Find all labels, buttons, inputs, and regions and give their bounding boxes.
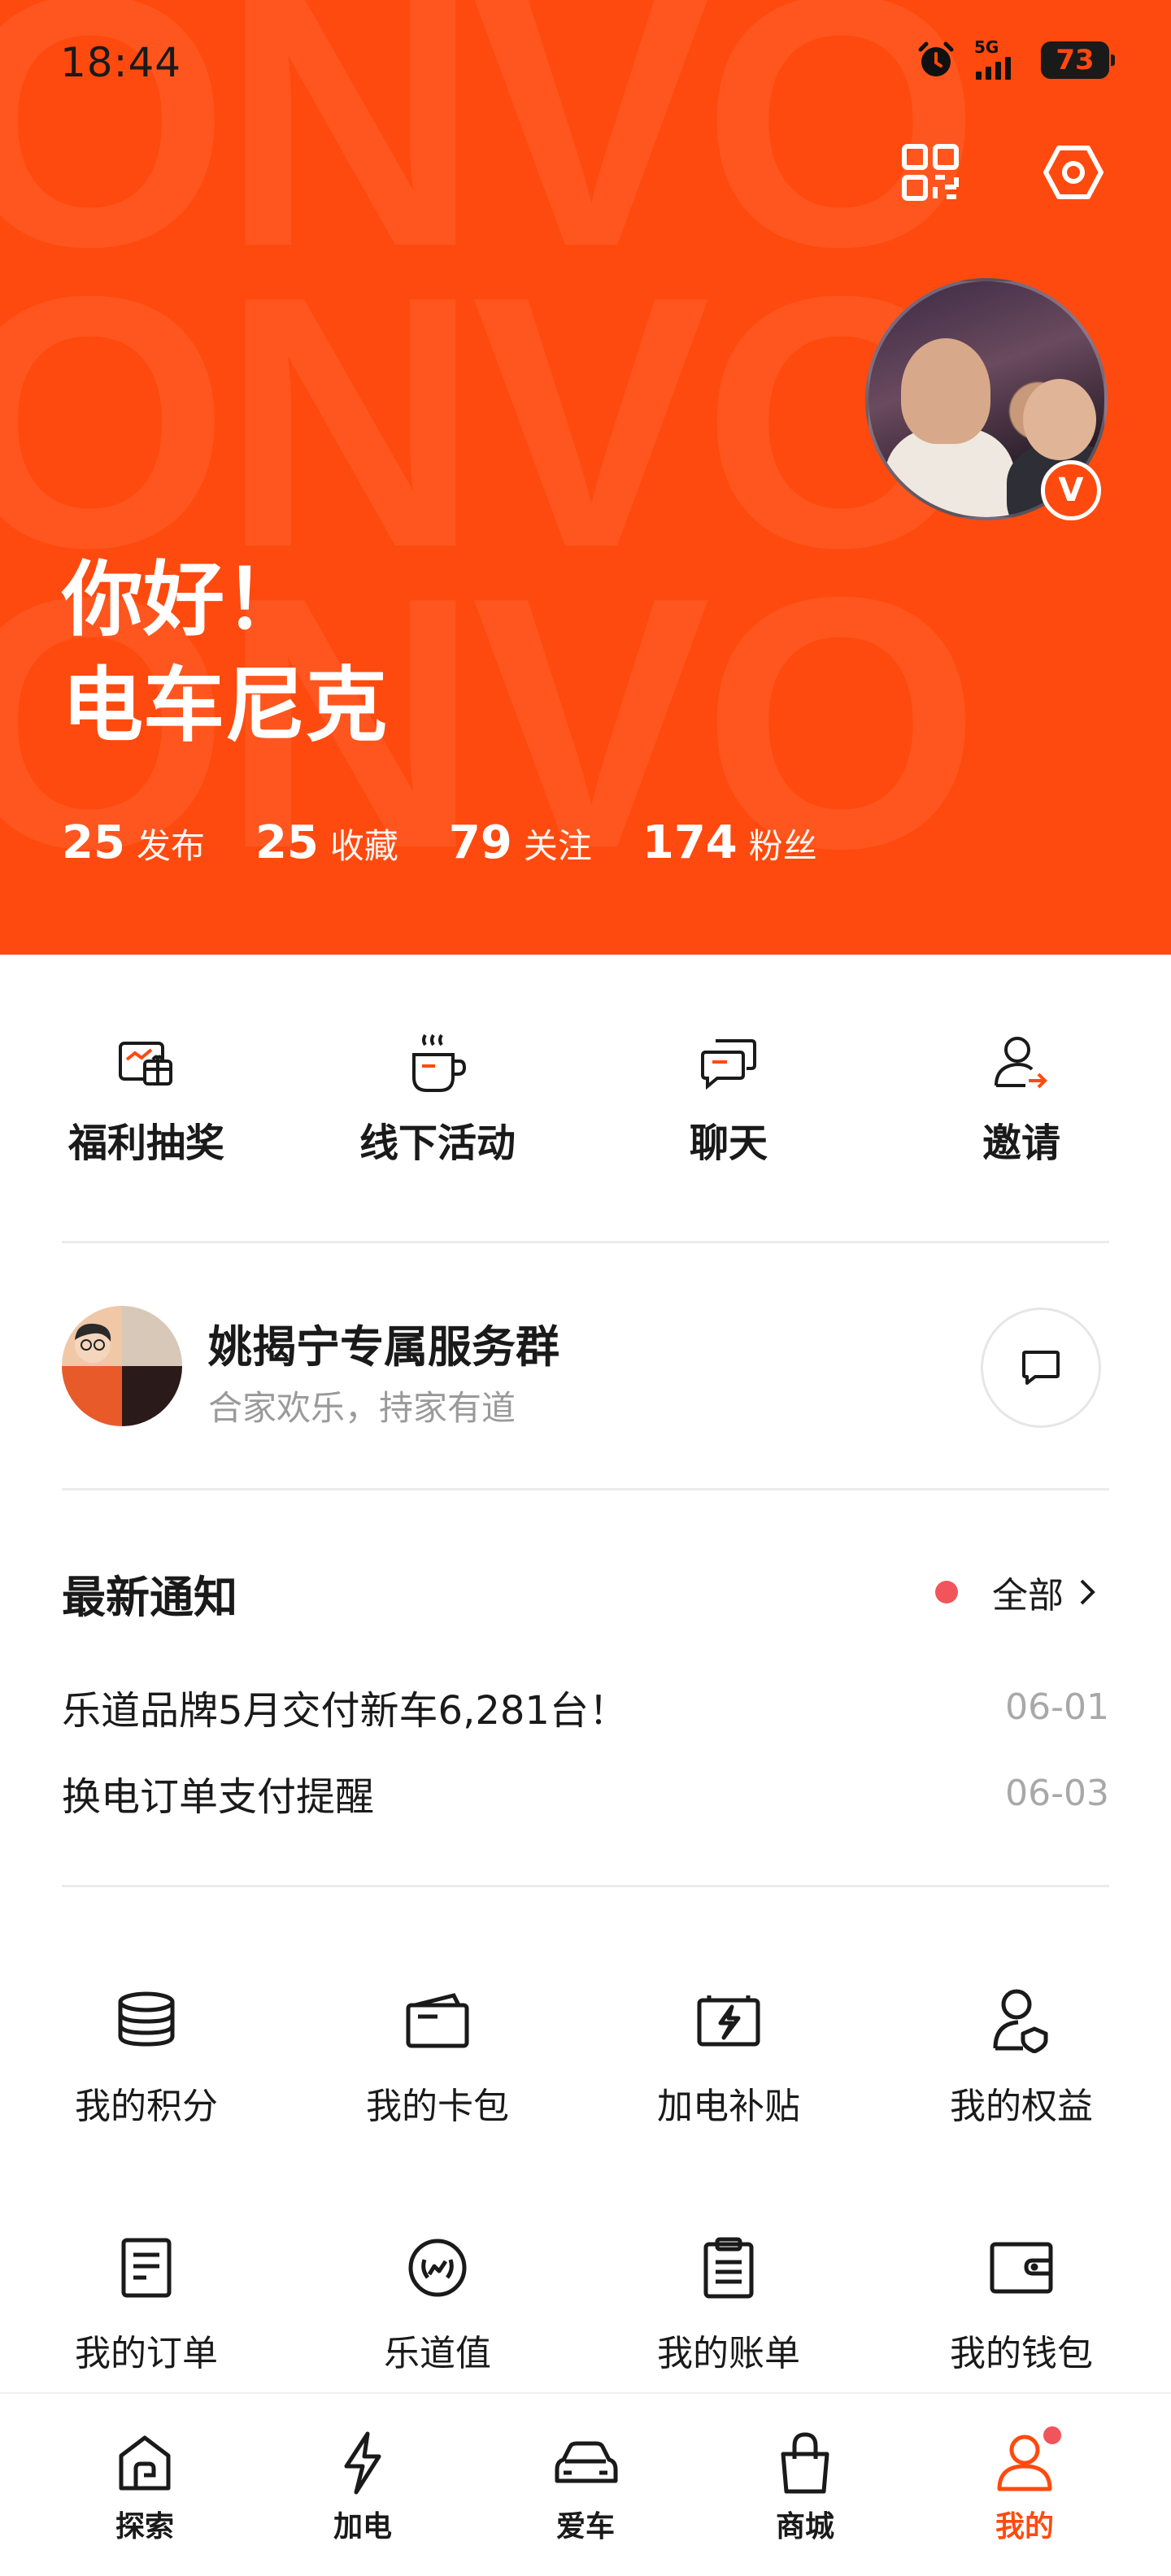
clipboard-icon (692, 2231, 765, 2304)
nav-shop[interactable]: 商城 (707, 2426, 903, 2545)
quick-action-label: 邀请 (982, 1120, 1060, 1166)
profile-header: ONVO ONVO ONVO 18:44 5G 73 V 你好！ 电车尼克 25… (0, 0, 1171, 955)
settings-icon[interactable] (1041, 140, 1106, 205)
signal-icon: 5G (974, 37, 1023, 83)
stat-posts[interactable]: 25 发布 (62, 816, 205, 869)
card-wallet-icon (401, 1984, 474, 2057)
notification-dot (1040, 2423, 1064, 2448)
quick-action-label: 福利抽奖 (67, 1120, 224, 1166)
nav-charge[interactable]: 加电 (265, 2426, 460, 2545)
service-benefits[interactable]: 我的权益 (899, 1984, 1143, 2129)
nav-explore[interactable]: 探索 (47, 2426, 242, 2545)
service-ledao-value[interactable]: 乐道值 (316, 2231, 559, 2376)
invite-user-icon (985, 1026, 1058, 1099)
unread-dot (935, 1581, 958, 1603)
service-charging-subsidy[interactable]: 加电补贴 (607, 1984, 851, 2129)
quick-action-events[interactable]: 线下活动 (316, 1026, 559, 1168)
profile-icon (988, 2423, 1064, 2500)
divider (62, 1885, 1109, 1887)
status-icons: 5G 73 (916, 37, 1115, 83)
gift-icon (110, 1026, 183, 1099)
quick-action-lottery[interactable]: 福利抽奖 (24, 1026, 268, 1168)
verified-badge-icon: V (1041, 460, 1101, 520)
alarm-icon (918, 41, 954, 76)
notice-item[interactable]: 换电订单支付提醒 06-03 (62, 1764, 1109, 1821)
nav-mine[interactable]: 我的 (927, 2423, 1122, 2545)
chevron-right-icon (1080, 1579, 1095, 1605)
chat-bubbles-icon (692, 1026, 765, 1099)
bottom-navigation: 探索 加电 爱车 商城 我的 (0, 2392, 1171, 2576)
battery-charge-icon (692, 1984, 765, 2057)
service-wallet[interactable]: 我的钱包 (899, 2231, 1143, 2376)
laurel-badge-icon (401, 2231, 474, 2304)
order-doc-icon (110, 2231, 183, 2304)
service-points[interactable]: 我的积分 (24, 1984, 268, 2129)
qr-code-icon[interactable] (898, 140, 963, 205)
coffee-icon (401, 1026, 474, 1099)
wallet-icon (985, 2231, 1058, 2304)
lightning-icon (326, 2426, 399, 2500)
quick-action-label: 聊天 (689, 1120, 768, 1166)
divider (62, 1488, 1109, 1490)
status-time: 18:44 (60, 39, 182, 86)
service-bills[interactable]: 我的账单 (607, 2231, 851, 2376)
group-title[interactable]: 姚揭宁专属服务群 (208, 1311, 559, 1375)
stat-following[interactable]: 79 关注 (449, 816, 592, 869)
quick-actions: 福利抽奖 线下活动 聊天 邀请 (0, 1026, 1171, 1173)
profile-stats: 25 发布 25 收藏 79 关注 174 粉丝 (62, 816, 868, 869)
shopping-bag-icon (768, 2426, 842, 2500)
divider (62, 1241, 1109, 1243)
quick-action-chat[interactable]: 聊天 (607, 1026, 851, 1168)
username: 电车尼克 (62, 658, 387, 753)
home-icon (108, 2426, 181, 2500)
quick-action-label: 线下活动 (359, 1120, 516, 1166)
group-subtitle: 合家欢乐，持家有道 (208, 1388, 516, 1428)
user-shield-icon (985, 1984, 1058, 2057)
service-cards[interactable]: 我的卡包 (316, 1984, 559, 2129)
service-orders[interactable]: 我的订单 (24, 2231, 268, 2376)
nav-car[interactable]: 爱车 (488, 2426, 683, 2545)
stat-favorites[interactable]: 25 收藏 (255, 816, 398, 869)
notice-item[interactable]: 乐道品牌5月交付新车6,281台！ 06-01 (62, 1678, 1109, 1735)
stat-followers[interactable]: 174 粉丝 (642, 816, 817, 869)
notices-all-link[interactable]: 全部 (935, 1566, 1101, 1618)
coins-icon (110, 1984, 183, 2057)
battery-icon: 73 (1041, 41, 1115, 79)
quick-action-invite[interactable]: 邀请 (899, 1026, 1143, 1168)
notices-title: 最新通知 (62, 1572, 237, 1623)
message-icon (1022, 1351, 1060, 1385)
greeting: 你好！ (62, 552, 306, 647)
group-chat-button[interactable] (981, 1308, 1101, 1428)
group-avatar[interactable] (62, 1306, 182, 1426)
car-icon (549, 2426, 622, 2500)
